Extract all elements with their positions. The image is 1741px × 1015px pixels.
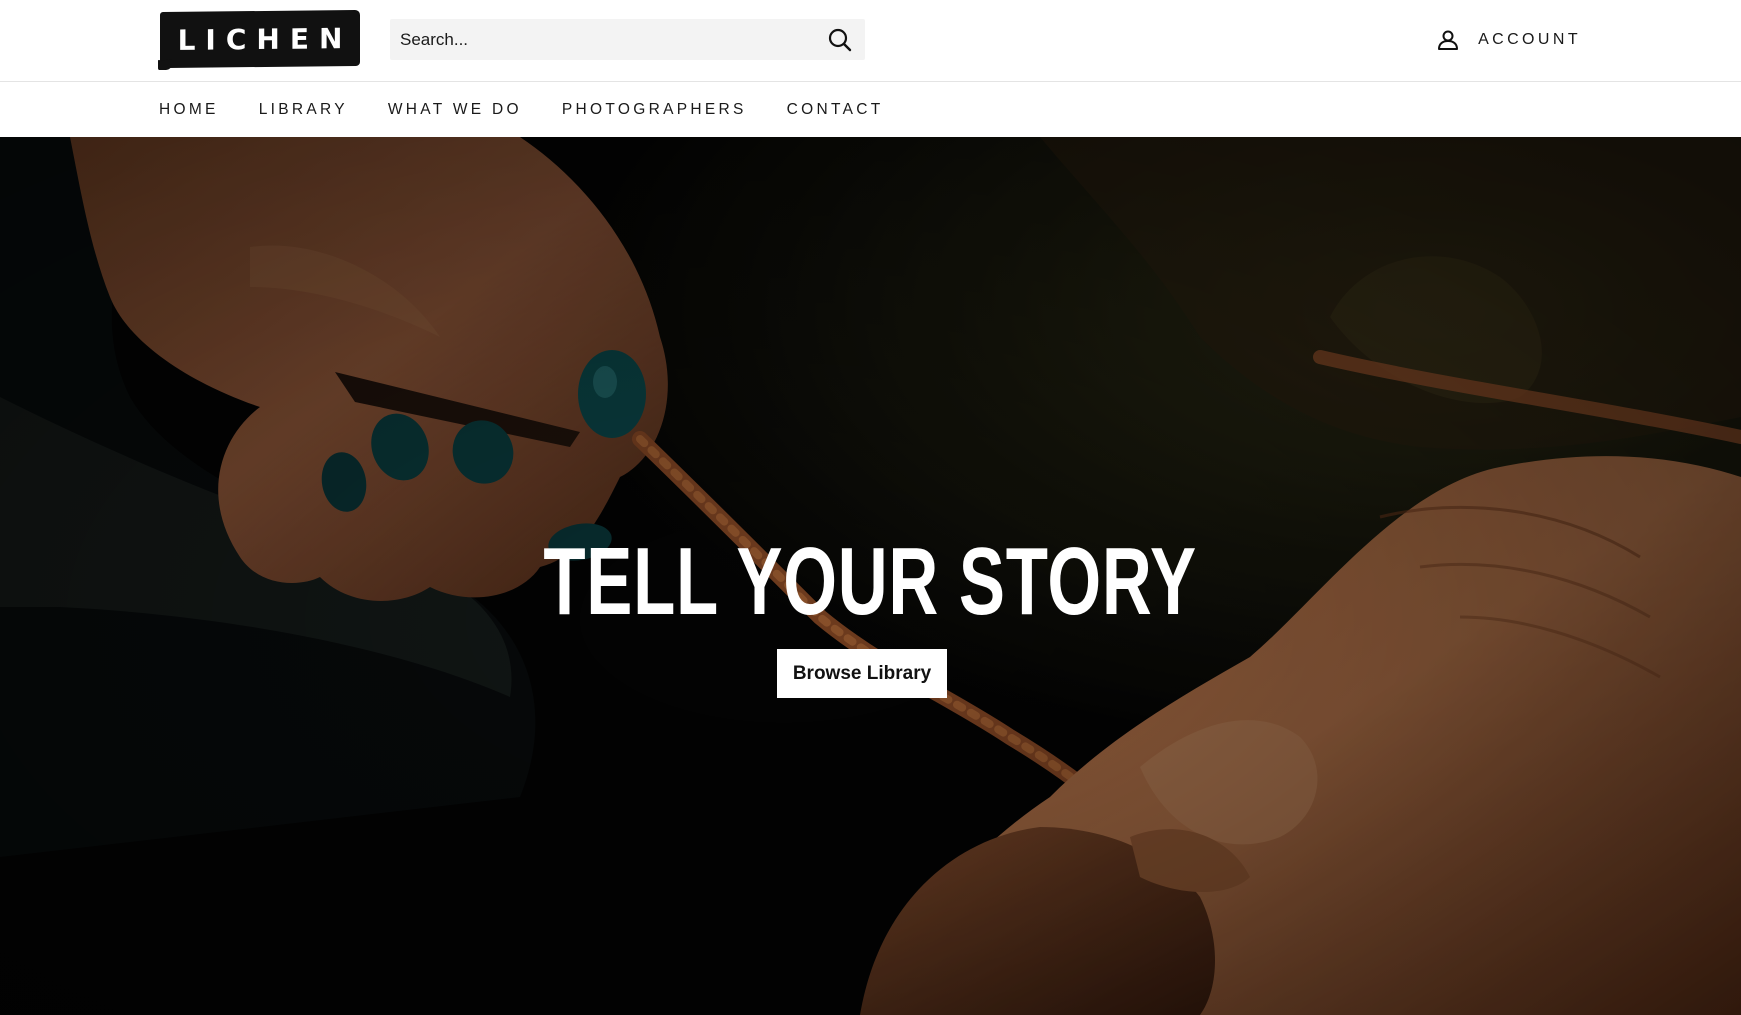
- user-icon: [1436, 28, 1460, 52]
- search-bar: [390, 19, 865, 60]
- account-link[interactable]: ACCOUNT: [1436, 24, 1581, 56]
- nav-item-contact[interactable]: CONTACT: [787, 101, 884, 119]
- browse-library-button[interactable]: Browse Library: [777, 649, 947, 698]
- hero-content: TELL YOUR STORY Browse Library: [0, 137, 1741, 1015]
- nav-item-what-we-do[interactable]: WHAT WE DO: [388, 101, 522, 119]
- lichen-logo[interactable]: LICHEN: [160, 9, 360, 69]
- hero-title: TELL YOUR STORY: [543, 528, 1197, 635]
- search-input[interactable]: [390, 19, 815, 60]
- main-nav: HOME LIBRARY WHAT WE DO PHOTOGRAPHERS CO…: [0, 83, 1741, 137]
- account-label: ACCOUNT: [1478, 31, 1581, 48]
- nav-item-photographers[interactable]: PHOTOGRAPHERS: [562, 101, 747, 119]
- search-icon: [828, 28, 852, 51]
- site-header: LICHEN ACCOUNT: [0, 0, 1741, 82]
- search-button[interactable]: [815, 19, 865, 60]
- nav-item-library[interactable]: LIBRARY: [259, 101, 348, 119]
- hero-banner: TELL YOUR STORY Browse Library: [0, 137, 1741, 1015]
- logo-text: LICHEN: [177, 21, 353, 57]
- nav-item-home[interactable]: HOME: [159, 101, 219, 119]
